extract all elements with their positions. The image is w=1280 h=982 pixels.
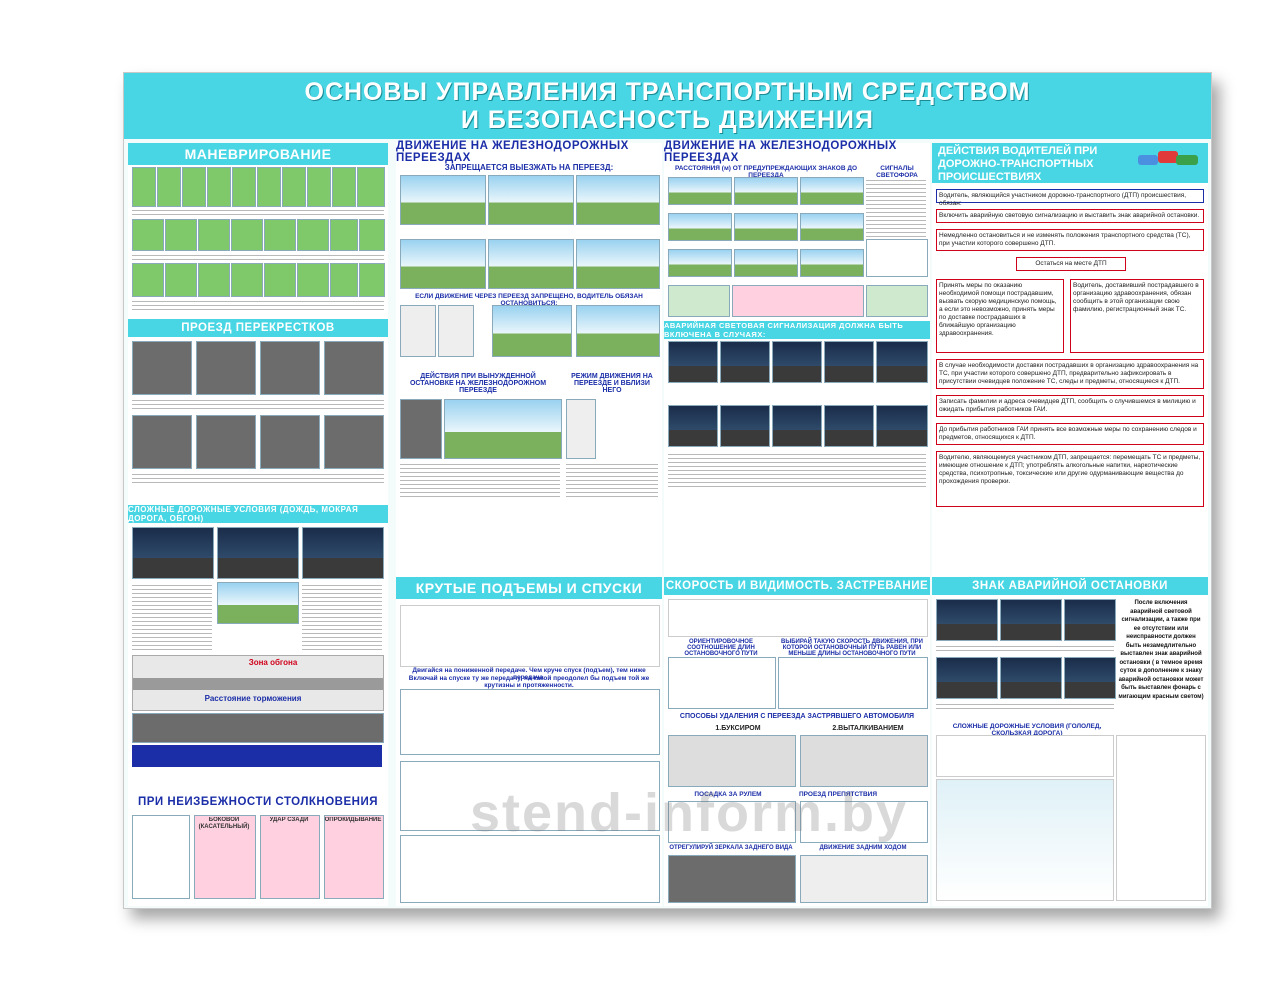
- speed-choose-title: ВЫБИРАЙ ТАКУЮ СКОРОСТЬ ДВИЖЕНИЯ, ПРИ КОТ…: [781, 639, 923, 657]
- ice-illustrations: [936, 735, 1206, 905]
- section-title-rail-1: ДВИЖЕНИЕ НА ЖЕЛЕЗНОДОРОЖНЫХ ПЕРЕЕЗДАХ: [396, 140, 662, 164]
- dtp-step-4: Остаться на месте ДТП: [1016, 257, 1126, 271]
- poster-title-line2: И БЕЗОПАСНОСТЬ ДВИЖЕНИЯ: [460, 106, 874, 134]
- collision-side-label: БОКОВОЙ (КАСАТЕЛЬНЫЙ): [198, 817, 250, 830]
- collision-illustrations: БОКОВОЙ (КАСАТЕЛЬНЫЙ) УДАР СЗАДИ ОПРОКИД…: [132, 815, 384, 901]
- dtp-step-9: До прибытия работников ГАИ принять все в…: [936, 423, 1204, 445]
- hard-conditions-illustrations: Зона обгона Расстояние торможения: [132, 527, 384, 767]
- maneuver-illustrations: [132, 167, 385, 317]
- speed-illustrations: ОРИЕНТИРОВОЧНОЕ СООТНОШЕНИЕ ДЛИН ОСТАНОВ…: [668, 599, 928, 905]
- dtp-step-1: Водитель, являющийся участником дорожно-…: [936, 189, 1204, 207]
- column-maneuvering: МАНЕВРИРОВАНИЕ ПРОЕЗД ПЕРЕКРЕСТКОВ СЛОЖН…: [128, 143, 388, 906]
- poster-title-line1: ОСНОВЫ УПРАВЛЕНИЯ ТРАНСПОРТНЫМ СРЕДСТВОМ: [304, 78, 1031, 106]
- overtake-zone-label: Зона обгона: [248, 658, 298, 667]
- overtake-scheme: Зона обгона Расстояние торможения: [132, 655, 384, 711]
- alarm-illustrations: [668, 341, 928, 491]
- dtp-step-2: Включить аварийную световую сигнализацию…: [936, 209, 1204, 223]
- speed-reverse-label: ДВИЖЕНИЕ ЗАДНИМ ХОДОМ: [819, 845, 907, 851]
- rail-alarm-title: АВАРИЙНАЯ СВЕТОВАЯ СИГНАЛИЗАЦИЯ ДОЛЖНА Б…: [664, 321, 930, 339]
- section-title-crossroads: ПРОЕЗД ПЕРЕКРЕСТКОВ: [128, 319, 388, 337]
- section-title-slopes: КРУТЫЕ ПОДЪЕМЫ И СПУСКИ: [396, 577, 662, 599]
- section-title-rail-2: ДВИЖЕНИЕ НА ЖЕЛЕЗНОДОРОЖНЫХ ПЕРЕЕЗДАХ: [664, 140, 930, 164]
- collision-rear-label: УДАР СЗАДИ: [269, 817, 309, 823]
- speed-push-label: 2.ВЫТАЛКИВАНИЕМ: [832, 725, 904, 732]
- section-title-hard-conditions: СЛОЖНЫЕ ДОРОЖНЫЕ УСЛОВИЯ (ДОЖДЬ, МОКРАЯ …: [128, 505, 388, 523]
- rail-forbidden-title: ЗАПРЕЩАЕТСЯ ВЫЕЗЖАТЬ НА ПЕРЕЕЗД:: [444, 163, 614, 172]
- speed-ratio-title: ОРИЕНТИРОВОЧНОЕ СООТНОШЕНИЕ ДЛИН ОСТАНОВ…: [684, 639, 758, 657]
- rail-forced-stop-illustrations: [400, 399, 658, 499]
- dtp-step-5: Принять меры по оказанию необходимой пом…: [936, 279, 1064, 353]
- section-title-collisions: ПРИ НЕИЗБЕЖНОСТИ СТОЛКНОВЕНИЯ: [128, 793, 388, 811]
- slopes-illustrations: Двигайся на пониженной передаче. Чем кру…: [400, 605, 660, 905]
- rail-distances-illustrations: [668, 177, 928, 317]
- dtp-step-8: Записать фамилии и адреса очевидцев ДТП,…: [936, 395, 1204, 417]
- warning-note-box: [132, 745, 382, 767]
- section-title-sign: ЗНАК АВАРИЙНОЙ ОСТАНОВКИ: [932, 577, 1208, 595]
- watermark: stend-inform.by: [470, 783, 909, 843]
- speed-mirrors-label: ОТРЕГУЛИРУЙ ЗЕРКАЛА ЗАДНЕГО ВИДА: [669, 845, 793, 851]
- section-title-speed: СКОРОСТЬ И ВИДИМОСТЬ. ЗАСТРЕВАНИЕ: [664, 577, 930, 595]
- braking-distance-label: Расстояние торможения: [204, 694, 302, 703]
- dtp-title-bar: ДЕЙСТВИЯ ВОДИТЕЛЕЙ ПРИ ДОРОЖНО-ТРАНСПОРТ…: [932, 143, 1208, 183]
- dtp-step-3: Немедленно остановиться и не изменять по…: [936, 229, 1204, 251]
- rail-forced-stop-title: ДЕЙСТВИЯ ПРИ ВЫНУЖДЕННОЙ ОСТАНОВКЕ НА ЖЕ…: [409, 373, 547, 394]
- speed-removal-title: СПОСОБЫ УДАЛЕНИЯ С ПЕРЕЕЗДА ЗАСТРЯВШЕГО …: [679, 713, 915, 720]
- section-title-dtp: ДЕЙСТВИЯ ВОДИТЕЛЕЙ ПРИ ДОРОЖНО-ТРАНСПОРТ…: [938, 145, 1098, 183]
- dtp-step-7: В случае необходимости доставки пострада…: [936, 359, 1204, 389]
- poster-header: ОСНОВЫ УПРАВЛЕНИЯ ТРАНСПОРТНЫМ СРЕДСТВОМ…: [124, 73, 1211, 139]
- rail-mode-title: РЕЖИМ ДВИЖЕНИЯ НА ПЕРЕЕЗДЕ И ВБЛИЗИ НЕГО: [571, 373, 653, 394]
- dtp-step-6: Водитель, доставивший пострадавшего в ор…: [1070, 279, 1204, 353]
- speed-tow-label: 1.БУКСИРОМ: [715, 725, 761, 732]
- sign-illustrations: После включения аварийной световой сигна…: [936, 599, 1204, 739]
- rail-forbidden-illustrations: ЕСЛИ ДВИЖЕНИЕ ЧЕРЕЗ ПЕРЕЕЗД ЗАПРЕЩЕНО, В…: [400, 175, 660, 365]
- column-dtp-actions: ДЕЙСТВИЯ ВОДИТЕЛЕЙ ПРИ ДОРОЖНО-ТРАНСПОРТ…: [932, 143, 1208, 906]
- dtp-flowchart: Водитель, являющийся участником дорожно-…: [936, 189, 1204, 509]
- slopes-note-2: Включай на спуске ту же передачу, на как…: [408, 675, 650, 689]
- section-title-maneuver: МАНЕВРИРОВАНИЕ: [128, 143, 388, 165]
- crash-cars-icon: [1138, 151, 1198, 165]
- dtp-step-10: Водителю, являющемуся участником ДТП, за…: [936, 451, 1204, 507]
- collision-rollover-label: ОПРОКИДЫВАНИЕ: [324, 817, 382, 823]
- sign-rule-text: После включения аварийной световой сигна…: [1118, 600, 1204, 700]
